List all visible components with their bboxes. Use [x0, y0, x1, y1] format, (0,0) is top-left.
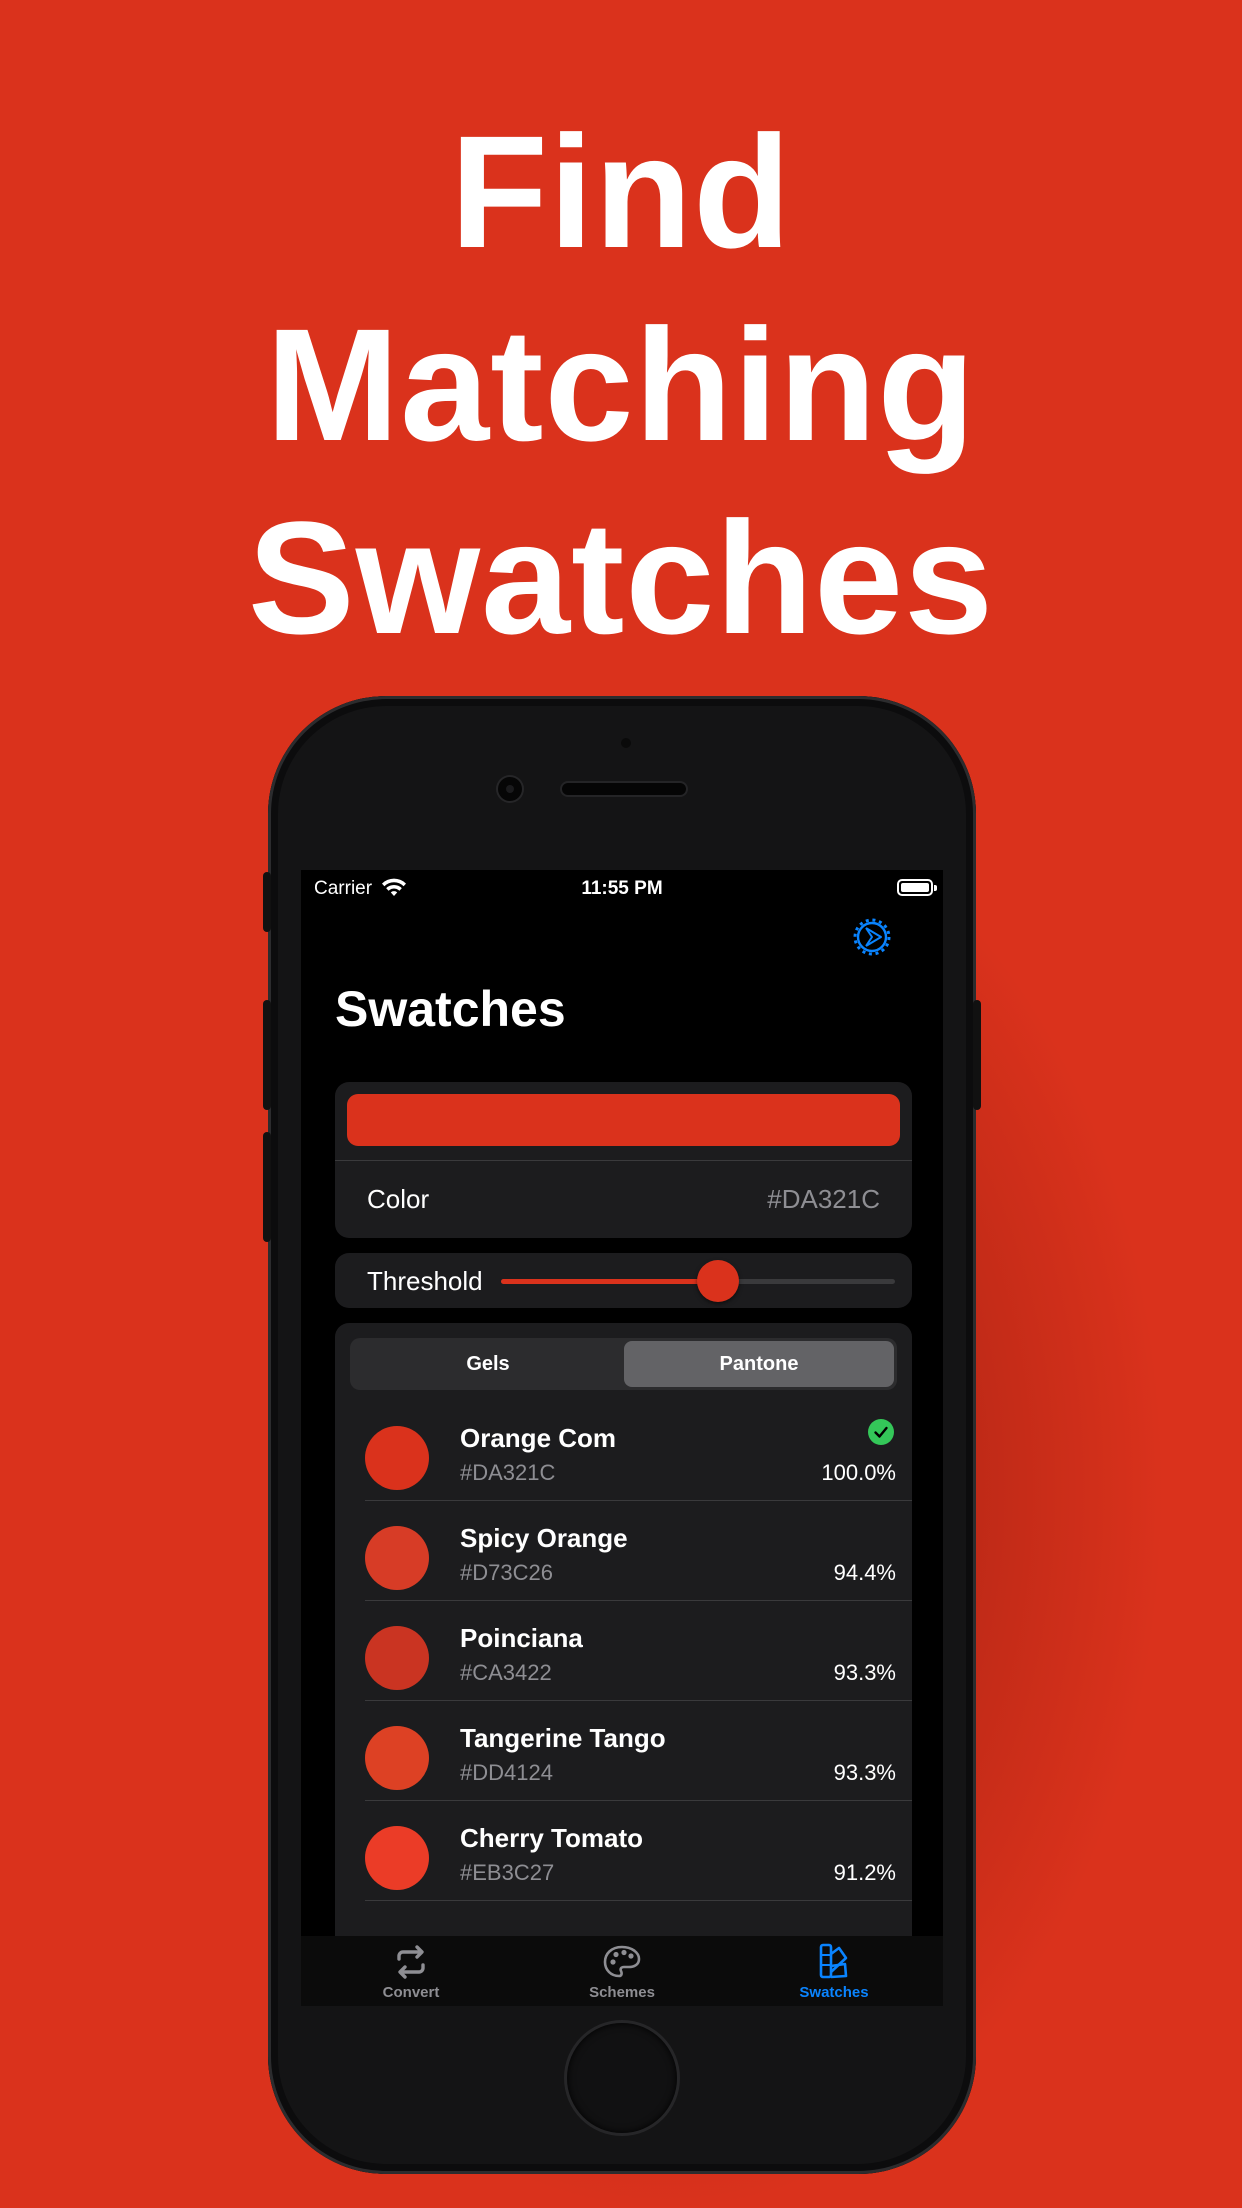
page-title: Swatches [335, 981, 566, 1037]
swatch-hex: #D73C26 [460, 1560, 553, 1585]
front-camera [498, 777, 522, 801]
headline-line-3: Swatches [247, 488, 995, 667]
swatch-color-dot [365, 1826, 429, 1890]
color-swatch-preview[interactable] [347, 1094, 900, 1146]
swatch-hex: #EB3C27 [460, 1860, 555, 1885]
divider [335, 1160, 912, 1161]
swatch-name: Spicy Orange [460, 1523, 628, 1553]
swatchbook-icon [819, 1943, 848, 1979]
swatch-color-dot [365, 1626, 429, 1690]
threshold-card: Threshold [335, 1253, 912, 1308]
segment-pantone[interactable]: Pantone [624, 1341, 894, 1387]
tab-convert-label: Convert [382, 1984, 440, 2001]
volume-up-button [263, 1000, 271, 1110]
tab-convert[interactable]: Convert [341, 1942, 481, 2001]
segment-gels[interactable]: Gels [353, 1341, 623, 1387]
swatch-row[interactable]: Cherry Tomato #EB3C27 91.2% [335, 1801, 912, 1901]
threshold-slider-fill [501, 1279, 718, 1284]
tab-bar: Convert Schemes Swatches [301, 1936, 943, 2006]
swatch-hex: #DD4124 [460, 1760, 553, 1785]
swatch-match-percent: 91.2% [833, 1860, 896, 1885]
swatch-list-card: Gels Pantone Orange Com #DA321C 100.0% S… [335, 1323, 912, 1953]
swatch-row[interactable]: Orange Com #DA321C 100.0% [335, 1401, 912, 1501]
swatch-name: Cherry Tomato [460, 1823, 643, 1853]
swatch-name: Poinciana [460, 1623, 583, 1653]
swatch-row[interactable]: Poinciana #CA3422 93.3% [335, 1601, 912, 1701]
tab-swatches[interactable]: Swatches [764, 1942, 904, 2001]
mute-switch [263, 872, 271, 932]
palette-icon [603, 1945, 641, 1978]
swatch-row[interactable]: Spicy Orange #D73C26 94.4% [335, 1501, 912, 1601]
earpiece-speaker [562, 783, 686, 795]
threshold-slider-thumb[interactable] [696, 1260, 739, 1302]
proximity-sensor [621, 738, 631, 748]
swatch-color-dot [365, 1426, 429, 1490]
battery-icon [897, 879, 937, 896]
status-time: 11:55 PM [581, 878, 663, 899]
home-button[interactable] [567, 2023, 677, 2133]
headline: Find Matching Swatches [0, 95, 1242, 674]
swatch-name: Tangerine Tango [460, 1723, 666, 1753]
swatch-hex: #CA3422 [460, 1660, 552, 1685]
swatch-match-percent: 100.0% [821, 1460, 896, 1485]
swatch-match-percent: 93.3% [833, 1660, 896, 1685]
swatch-row[interactable]: Tangerine Tango #DD4124 93.3% [335, 1701, 912, 1801]
swatch-match-percent: 93.3% [833, 1760, 896, 1785]
headline-line-2: Matching [265, 295, 977, 474]
color-hex-value: #DA321C [767, 1184, 880, 1214]
threshold-slider[interactable] [501, 1260, 895, 1302]
checkmark-icon [868, 1419, 894, 1445]
tab-schemes[interactable]: Schemes [552, 1942, 692, 2001]
app-screen: Carrier 11:55 PM Swatches Color #DA321C … [301, 870, 943, 2006]
swatch-match-percent: 94.4% [833, 1560, 896, 1585]
color-card[interactable]: Color #DA321C [335, 1082, 912, 1238]
swatch-name: Orange Com [460, 1423, 617, 1453]
volume-down-button [263, 1132, 271, 1242]
library-segmented-control[interactable]: Gels Pantone [350, 1338, 897, 1390]
tab-schemes-label: Schemes [589, 1984, 655, 2001]
repeat-arrows-icon [397, 1945, 425, 1979]
threshold-label: Threshold [367, 1266, 483, 1296]
status-bar: Carrier 11:55 PM [301, 870, 943, 906]
settings-gear-icon[interactable] [852, 917, 892, 957]
power-button [973, 1000, 981, 1110]
swatch-color-dot [365, 1726, 429, 1790]
swatch-color-dot [365, 1526, 429, 1590]
headline-line-1: Find [450, 102, 792, 281]
tab-swatches-label: Swatches [799, 1984, 869, 2001]
row-separator [365, 1900, 912, 1901]
swatch-hex: #DA321C [460, 1460, 556, 1485]
color-label: Color [367, 1184, 430, 1214]
